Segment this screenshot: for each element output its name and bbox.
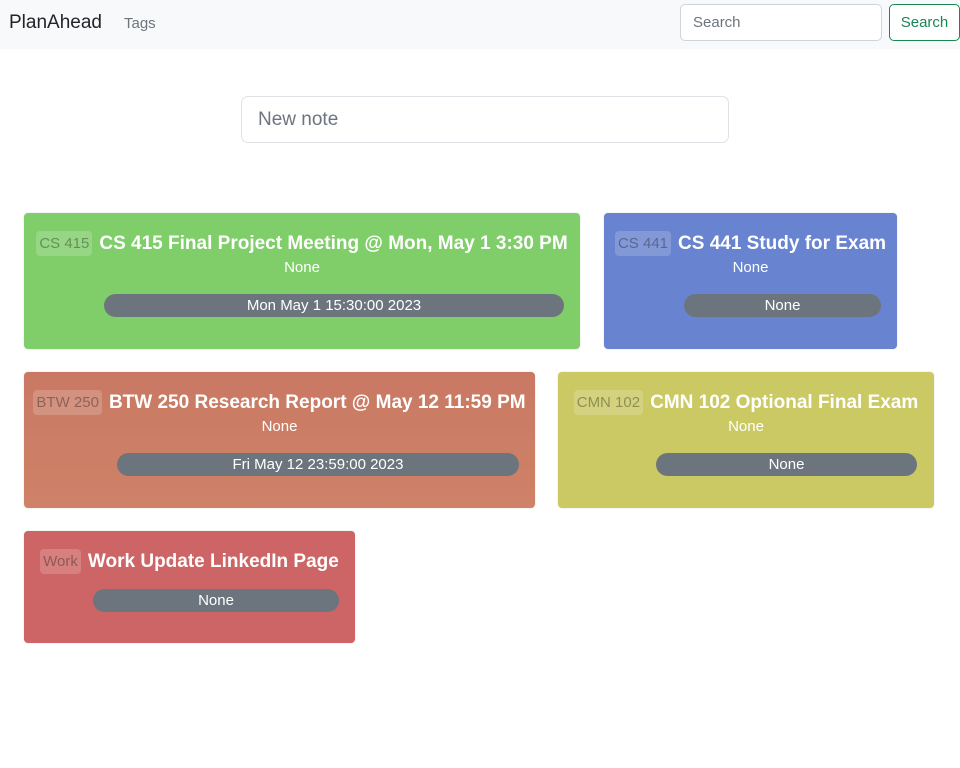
note-title: CS 415 Final Project Meeting @ Mon, May … <box>99 232 568 254</box>
note-description: None <box>261 418 298 435</box>
navbar: PlanAhead Tags Search <box>0 0 960 49</box>
note-tag[interactable]: BTW 250 <box>33 390 102 415</box>
note-card[interactable]: BTW 250 BTW 250 Research Report @ May 12… <box>24 372 535 508</box>
note-title: CMN 102 Optional Final Exam <box>650 391 919 413</box>
note-description: None <box>728 418 764 435</box>
note-tag[interactable]: CS 415 <box>36 231 93 256</box>
note-card[interactable]: Work Work Update LinkedIn Page None <box>24 531 355 643</box>
note-header: CMN 102 CMN 102 Optional Final Exam <box>573 390 919 415</box>
note-title: CS 441 Study for Exam <box>678 232 887 254</box>
note-due-date: None <box>656 453 917 476</box>
brand-link[interactable]: PlanAhead <box>9 12 102 34</box>
note-due-date: Mon May 1 15:30:00 2023 <box>104 294 564 317</box>
nav-link-tags[interactable]: Tags <box>124 15 156 32</box>
note-tag[interactable]: CS 441 <box>614 231 672 256</box>
new-note-input[interactable] <box>241 96 729 143</box>
note-header: BTW 250 BTW 250 Research Report @ May 12… <box>33 390 526 415</box>
note-due-date: None <box>93 589 339 612</box>
note-card[interactable]: CS 415 CS 415 Final Project Meeting @ Mo… <box>24 213 580 349</box>
note-header: Work Work Update LinkedIn Page <box>40 549 339 574</box>
note-due-date: None <box>684 294 881 317</box>
search-button[interactable]: Search <box>889 4 960 41</box>
note-due-date: Fri May 12 23:59:00 2023 <box>117 453 519 476</box>
note-description: None <box>732 259 769 276</box>
note-description: None <box>284 259 320 276</box>
note-header: CS 415 CS 415 Final Project Meeting @ Mo… <box>36 231 568 256</box>
note-card[interactable]: CS 441 CS 441 Study for Exam None None <box>604 213 897 349</box>
note-tag[interactable]: CMN 102 <box>573 390 644 415</box>
note-title: Work Update LinkedIn Page <box>87 550 339 572</box>
note-header: CS 441 CS 441 Study for Exam <box>614 231 886 256</box>
search-input[interactable] <box>680 4 882 41</box>
note-title: BTW 250 Research Report @ May 12 11:59 P… <box>108 391 526 413</box>
note-tag[interactable]: Work <box>40 549 81 574</box>
note-card[interactable]: CMN 102 CMN 102 Optional Final Exam None… <box>558 372 934 508</box>
